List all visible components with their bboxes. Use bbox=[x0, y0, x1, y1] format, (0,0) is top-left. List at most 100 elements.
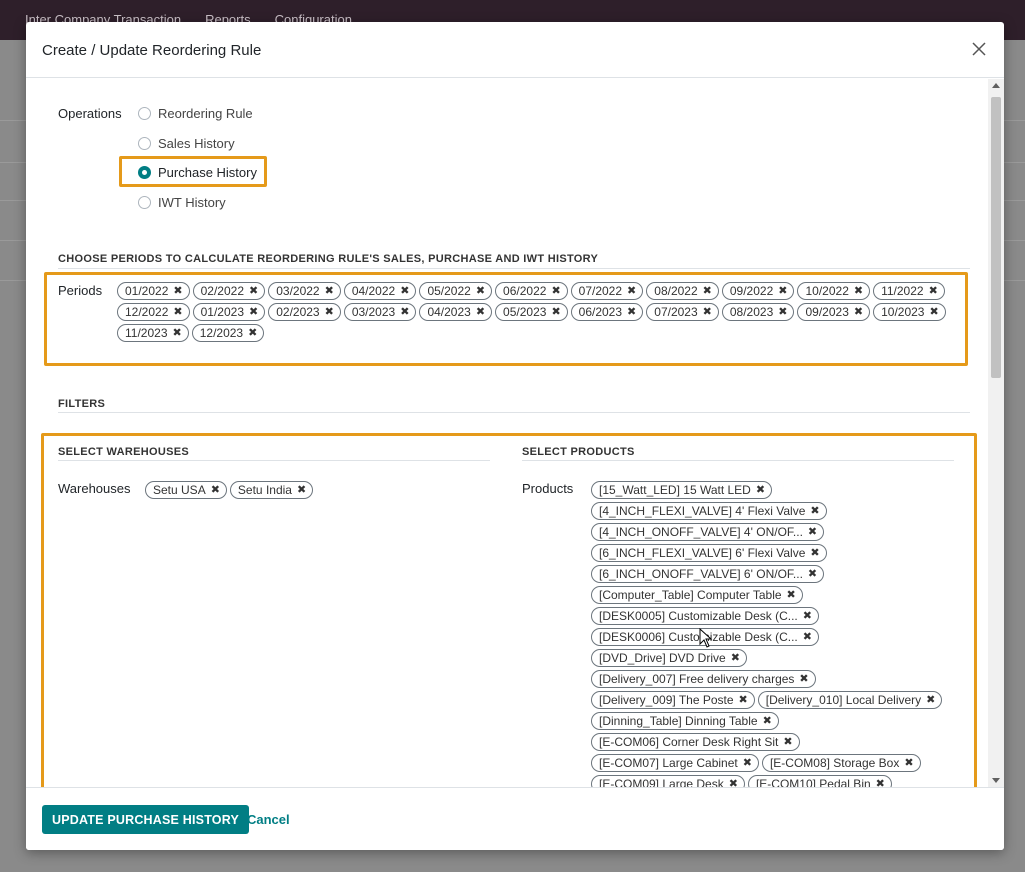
tag-label: 10/2022 bbox=[805, 284, 849, 298]
remove-tag-icon[interactable]: ✖ bbox=[173, 327, 182, 339]
warehouses-section-title: SELECT WAREHOUSES bbox=[58, 446, 190, 458]
products-label: Products bbox=[522, 481, 574, 496]
periods-tags: 01/2022 ✖ 02/2022 ✖ 03/2022 ✖ 04/2022 ✖ 05/2022 ✖… bbox=[117, 282, 957, 342]
remove-tag-icon[interactable]: ✖ bbox=[787, 589, 796, 601]
radio-sales-history[interactable]: Sales History bbox=[138, 136, 235, 151]
scroll-down-arrow-icon[interactable] bbox=[992, 778, 1000, 783]
remove-tag-icon[interactable]: ✖ bbox=[926, 694, 935, 706]
tag-label: [Computer_Table] Computer Table bbox=[599, 588, 782, 602]
remove-tag-icon[interactable]: ✖ bbox=[297, 484, 306, 496]
tag-label: [DESK0005] Customizable Desk (C... bbox=[599, 609, 798, 623]
product-tag-row: [Delivery_007] Free delivery charges ✖ bbox=[591, 670, 942, 688]
radio-circle[interactable] bbox=[138, 196, 151, 209]
tag-label: 11/2022 bbox=[881, 284, 924, 298]
period-tag: 09/2022 ✖ bbox=[721, 282, 795, 300]
dialog-body: Operations Reordering Rule Sales History… bbox=[26, 79, 1004, 787]
dialog-scrollbar[interactable] bbox=[988, 79, 1004, 787]
period-tag: 06/2023 ✖ bbox=[570, 303, 644, 321]
radio-circle[interactable] bbox=[138, 137, 151, 150]
remove-tag-icon[interactable]: ✖ bbox=[476, 306, 485, 318]
remove-tag-icon[interactable]: ✖ bbox=[743, 757, 752, 769]
tag-label: [15_Watt_LED] 15 Watt LED bbox=[599, 483, 751, 497]
remove-tag-icon[interactable]: ✖ bbox=[778, 285, 787, 297]
period-tag: 02/2023 ✖ bbox=[268, 303, 341, 321]
period-tag: 05/2022 ✖ bbox=[419, 282, 493, 300]
radio-label: Sales History bbox=[158, 136, 235, 151]
period-tag: 01/2022 ✖ bbox=[117, 282, 190, 300]
remove-tag-icon[interactable]: ✖ bbox=[854, 285, 863, 297]
remove-tag-icon[interactable]: ✖ bbox=[803, 610, 812, 622]
radio-reordering-rule[interactable]: Reordering Rule bbox=[138, 106, 253, 121]
dialog-title: Create / Update Reordering Rule bbox=[42, 42, 262, 59]
tag-label: 02/2022 bbox=[200, 284, 244, 298]
remove-tag-icon[interactable]: ✖ bbox=[703, 285, 712, 297]
tag-label: 07/2022 bbox=[578, 284, 623, 298]
remove-tag-icon[interactable]: ✖ bbox=[799, 673, 808, 685]
remove-tag-icon[interactable]: ✖ bbox=[803, 631, 812, 643]
remove-tag-icon[interactable]: ✖ bbox=[778, 306, 787, 318]
remove-tag-icon[interactable]: ✖ bbox=[731, 652, 740, 664]
remove-tag-icon[interactable]: ✖ bbox=[729, 778, 738, 787]
tag-label: 06/2022 bbox=[503, 284, 547, 298]
cancel-button[interactable]: Cancel bbox=[247, 812, 290, 827]
product-tag-row: [6_INCH_ONOFF_VALVE] 6' ON/OF... ✖ bbox=[591, 565, 942, 583]
product-tag: [E-COM08] Storage Box ✖ bbox=[761, 754, 921, 772]
scrollbar-thumb[interactable] bbox=[991, 97, 1001, 378]
remove-tag-icon[interactable]: ✖ bbox=[173, 306, 182, 318]
period-tag: 12/2023 ✖ bbox=[191, 324, 265, 342]
tag-label: 12/2023 bbox=[199, 326, 244, 340]
remove-tag-icon[interactable]: ✖ bbox=[476, 285, 485, 297]
scroll-up-arrow-icon[interactable] bbox=[992, 83, 1000, 88]
remove-tag-icon[interactable]: ✖ bbox=[739, 694, 748, 706]
tag-label: 06/2023 bbox=[578, 305, 623, 319]
remove-tag-icon[interactable]: ✖ bbox=[551, 285, 560, 297]
remove-tag-icon[interactable]: ✖ bbox=[808, 526, 817, 538]
remove-tag-icon[interactable]: ✖ bbox=[756, 484, 765, 496]
remove-tag-icon[interactable]: ✖ bbox=[703, 306, 712, 318]
dialog-header: Create / Update Reordering Rule bbox=[26, 22, 1004, 78]
remove-tag-icon[interactable]: ✖ bbox=[248, 327, 257, 339]
remove-tag-icon[interactable]: ✖ bbox=[249, 285, 258, 297]
reordering-rule-dialog: Create / Update Reordering Rule Operatio… bbox=[26, 22, 1004, 850]
period-tag: 02/2022 ✖ bbox=[192, 282, 266, 300]
remove-tag-icon[interactable]: ✖ bbox=[627, 306, 636, 318]
remove-tag-icon[interactable]: ✖ bbox=[810, 547, 819, 559]
tag-label: [E-COM06] Corner Desk Right Sit bbox=[599, 735, 779, 749]
period-tag: 08/2023 ✖ bbox=[721, 303, 795, 321]
product-tag: [Delivery_007] Free delivery charges ✖ bbox=[591, 670, 816, 688]
remove-tag-icon[interactable]: ✖ bbox=[808, 568, 817, 580]
remove-tag-icon[interactable]: ✖ bbox=[904, 757, 913, 769]
tag-label: [E-COM09] Large Desk bbox=[599, 777, 724, 787]
tag-label: [6_INCH_ONOFF_VALVE] 6' ON/OF... bbox=[599, 567, 803, 581]
remove-tag-icon[interactable]: ✖ bbox=[249, 306, 258, 318]
remove-tag-icon[interactable]: ✖ bbox=[211, 484, 220, 496]
tag-label: 09/2022 bbox=[729, 284, 774, 298]
remove-tag-icon[interactable]: ✖ bbox=[551, 306, 560, 318]
tag-label: 08/2022 bbox=[654, 284, 698, 298]
remove-tag-icon[interactable]: ✖ bbox=[929, 306, 938, 318]
tag-label: Setu India bbox=[237, 483, 292, 497]
radio-iwt-history[interactable]: IWT History bbox=[138, 195, 226, 210]
close-button[interactable] bbox=[968, 38, 990, 60]
remove-tag-icon[interactable]: ✖ bbox=[325, 285, 334, 297]
product-tag: [Delivery_010] Local Delivery ✖ bbox=[757, 691, 943, 709]
tag-label: [E-COM07] Large Cabinet bbox=[599, 756, 738, 770]
radio-circle[interactable] bbox=[138, 107, 151, 120]
remove-tag-icon[interactable]: ✖ bbox=[400, 306, 409, 318]
product-tag-row: [DESK0005] Customizable Desk (C... ✖ bbox=[591, 607, 942, 625]
update-purchase-history-button[interactable]: UPDATE PURCHASE HISTORY bbox=[42, 805, 250, 834]
remove-tag-icon[interactable]: ✖ bbox=[627, 285, 636, 297]
remove-tag-icon[interactable]: ✖ bbox=[783, 736, 792, 748]
tag-label: 04/2023 bbox=[427, 305, 471, 319]
remove-tag-icon[interactable]: ✖ bbox=[400, 285, 409, 297]
remove-tag-icon[interactable]: ✖ bbox=[763, 715, 772, 727]
remove-tag-icon[interactable]: ✖ bbox=[173, 285, 182, 297]
remove-tag-icon[interactable]: ✖ bbox=[876, 778, 885, 787]
remove-tag-icon[interactable]: ✖ bbox=[929, 285, 938, 297]
remove-tag-icon[interactable]: ✖ bbox=[325, 306, 334, 318]
tag-label: 05/2022 bbox=[427, 284, 471, 298]
remove-tag-icon[interactable]: ✖ bbox=[810, 505, 819, 517]
product-tag: [E-COM07] Large Cabinet ✖ bbox=[591, 754, 759, 772]
remove-tag-icon[interactable]: ✖ bbox=[854, 306, 863, 318]
tag-label: 05/2023 bbox=[503, 305, 547, 319]
